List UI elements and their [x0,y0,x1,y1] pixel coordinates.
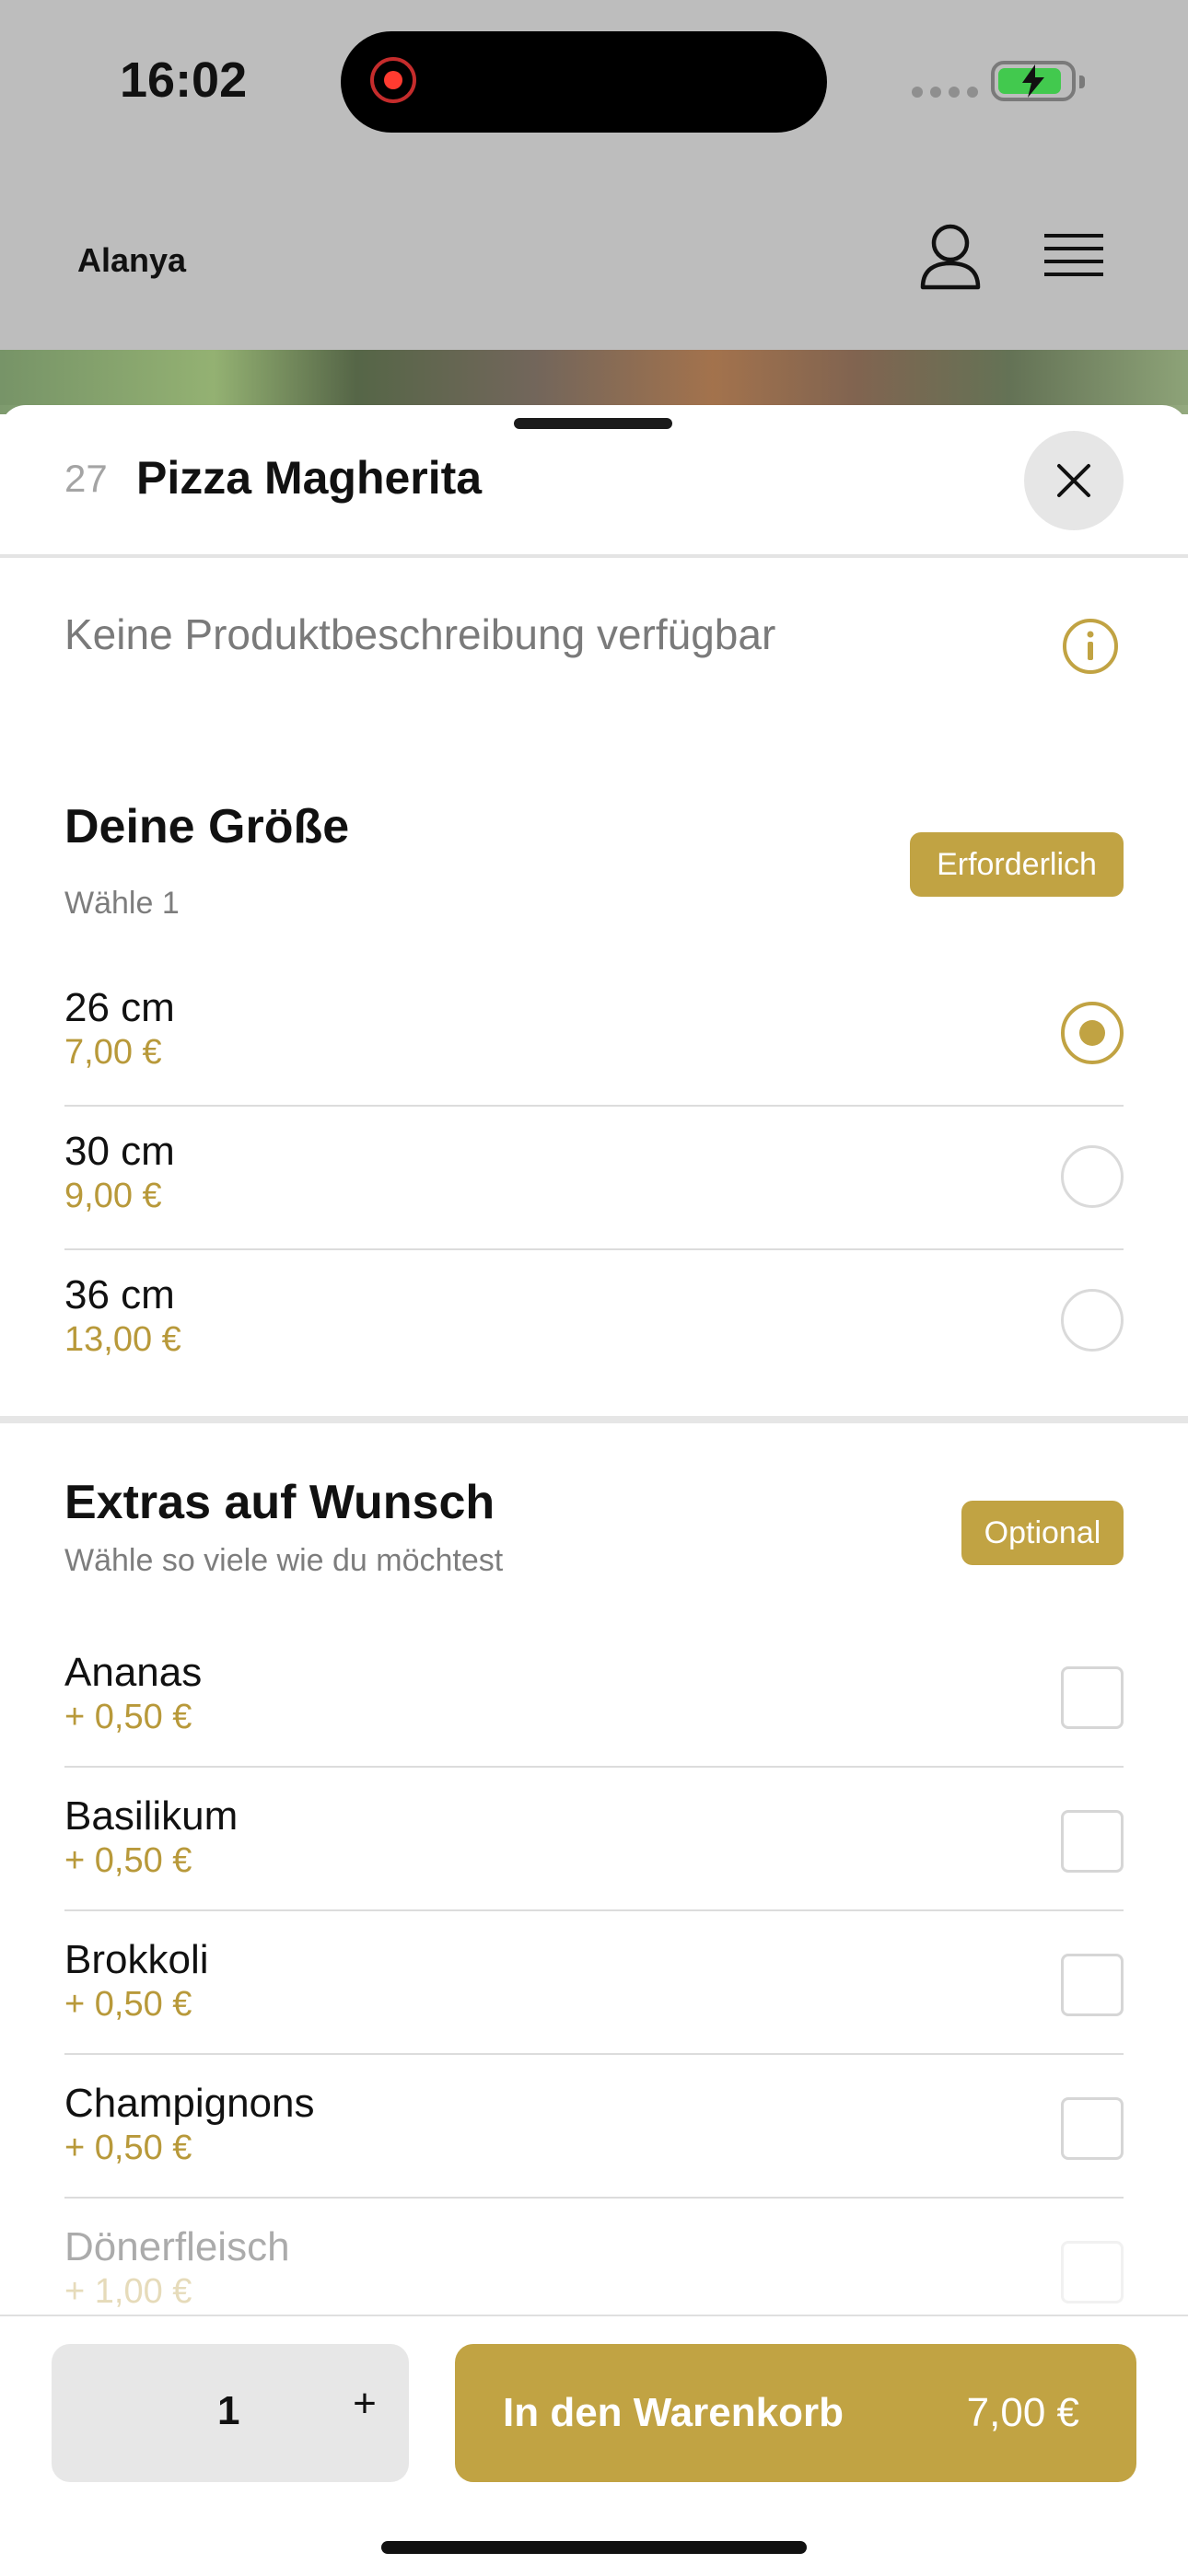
size-radio[interactable] [1061,1289,1124,1352]
extra-checkbox[interactable] [1061,2097,1124,2160]
size-option-price: 9,00 € [64,1177,162,1215]
row-divider [64,2053,1124,2055]
status-time: 16:02 [120,52,248,108]
add-to-cart-button[interactable]: In den Warenkorb 7,00 € [455,2344,1136,2482]
row-divider [64,1909,1124,1911]
location-title: Alanya [77,241,187,279]
close-button[interactable] [1024,431,1124,530]
extras-section-title: Extras auf Wunsch [64,1476,495,1529]
row-divider [64,1766,1124,1768]
extra-option-name: Brokkoli [64,1937,209,1982]
sheet-grabber[interactable] [514,418,672,429]
optional-badge: Optional [961,1501,1124,1565]
divider [0,554,1188,558]
quantity-value: 1 [217,2388,240,2433]
size-option-price: 7,00 € [64,1033,162,1072]
extra-checkbox[interactable] [1061,1954,1124,2016]
recording-indicator-icon [370,57,416,103]
size-option-name: 26 cm [64,985,175,1030]
extra-checkbox[interactable] [1061,1810,1124,1873]
battery-icon [991,61,1085,101]
info-icon[interactable] [1061,617,1120,676]
size-section-subtitle: Wähle 1 [64,886,180,921]
extra-option-price: + 0,50 € [64,2129,192,2167]
product-sheet: 27 Pizza Magherita Keine Produktbeschrei… [0,405,1188,2574]
size-radio-selected[interactable] [1061,1002,1124,1064]
size-option-name: 36 cm [64,1272,175,1317]
row-divider [64,1248,1124,1250]
extra-checkbox[interactable] [1061,2241,1124,2303]
extra-option-name: Ananas [64,1650,203,1695]
extra-option-name: Basilikum [64,1793,239,1839]
product-title: Pizza Magherita [136,452,483,504]
product-description: Keine Produktbeschreibung verfügbar [64,610,776,658]
increment-button[interactable]: + [328,2381,402,2436]
signal-icon [912,87,978,98]
required-badge: Erforderlich [910,832,1124,897]
user-icon[interactable] [917,221,984,291]
menu-icon[interactable] [1044,230,1103,285]
row-divider [64,1105,1124,1107]
section-separator [0,1416,1188,1423]
close-icon [1057,464,1090,497]
extra-option-price: + 0,50 € [64,1985,192,2024]
extra-option-price: + 0,50 € [64,1841,192,1880]
size-section-title: Deine Größe [64,800,350,853]
row-divider [64,2197,1124,2199]
extra-checkbox[interactable] [1061,1666,1124,1729]
add-to-cart-label: In den Warenkorb [503,2390,844,2435]
extra-option-price: + 1,00 € [64,2272,192,2311]
extra-option-price: + 0,50 € [64,1698,192,1736]
size-option-price: 13,00 € [64,1320,181,1359]
extra-option-name: Dönerfleisch [64,2224,290,2269]
home-indicator [381,2541,807,2554]
product-number: 27 [64,457,108,500]
bottom-action-bar: 1 + In den Warenkorb 7,00 € [0,2315,1188,2576]
size-option-name: 30 cm [64,1129,175,1174]
quantity-stepper: 1 + [52,2344,409,2482]
cart-total: 7,00 € [966,2390,1079,2435]
size-radio[interactable] [1061,1145,1124,1208]
extra-option-name: Champignons [64,2081,315,2126]
extras-section-subtitle: Wähle so viele wie du möchtest [64,1543,504,1578]
